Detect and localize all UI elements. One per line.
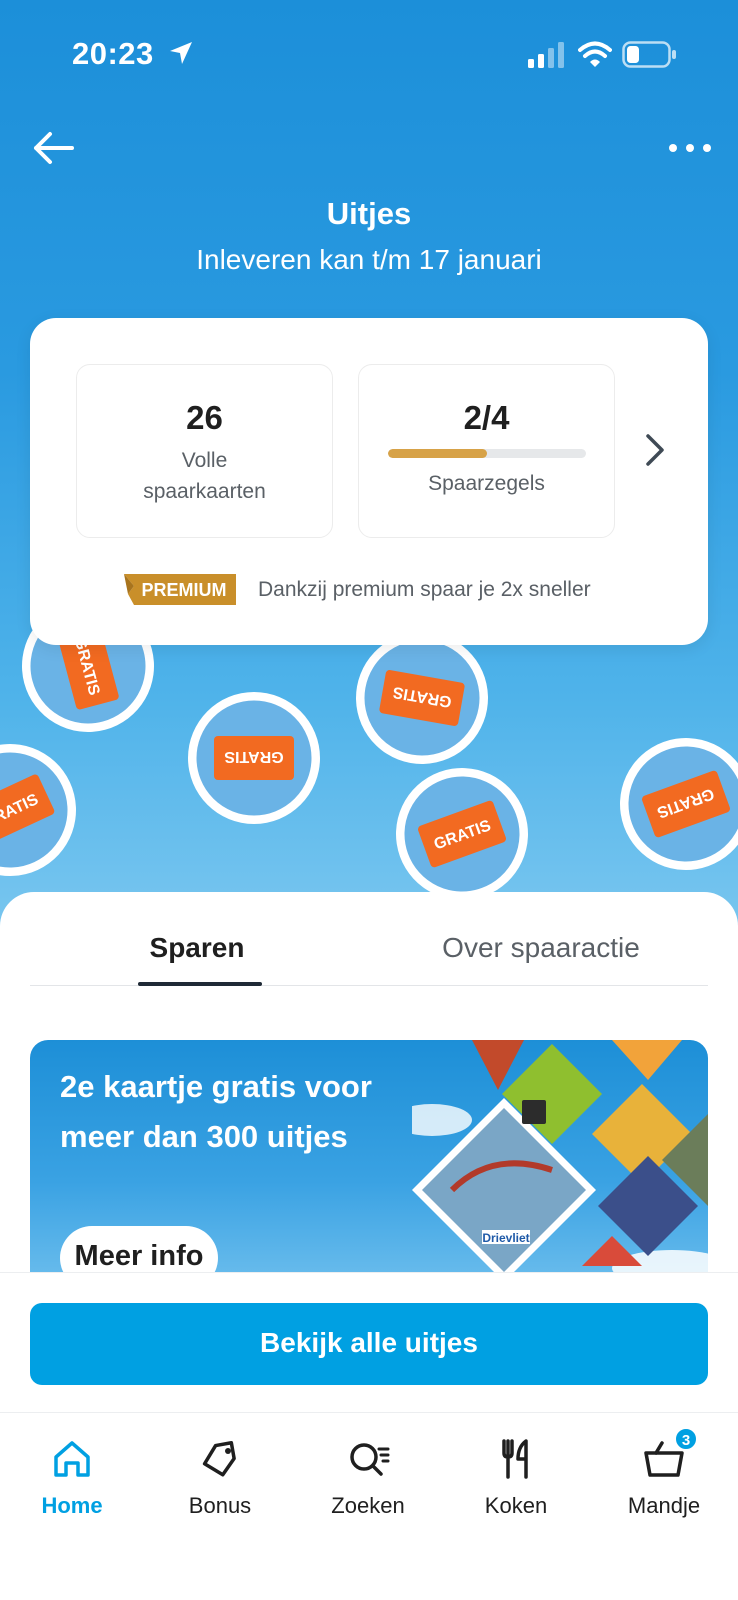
nav-mandje-label: Mandje (627, 1493, 701, 1518)
nav-home-label: Home (41, 1493, 103, 1518)
home-icon (54, 1441, 90, 1477)
bottom-navigation: Home Bonus Zoeken Koken 3 Mandje (0, 1412, 738, 1600)
nav-koken-label: Koken (484, 1493, 548, 1518)
more-options-icon[interactable] (668, 140, 712, 156)
stamps-progress-box[interactable]: 2/4 Spaarzegels (358, 364, 615, 538)
promo-collage-image: Drievliet (412, 1040, 708, 1276)
full-cards-box[interactable]: 26 Volle spaarkaarten (76, 364, 333, 538)
nav-mandje[interactable]: 3 Mandje (594, 1427, 734, 1535)
tab-bar: Sparen Over spaaractie (30, 922, 708, 986)
nav-bonus-label: Bonus (188, 1493, 252, 1518)
svg-text:PREMIUM: PREMIUM (142, 580, 227, 600)
stamps-progress-fill (387, 449, 487, 458)
savings-summary-card[interactable]: 26 Volle spaarkaarten 2/4 Spaarzegels PR… (30, 318, 708, 645)
cutlery-icon (502, 1439, 528, 1479)
page-subtitle: Inleveren kan t/m 17 januari (196, 244, 542, 275)
premium-text: Dankzij premium spaar je 2x sneller (258, 578, 591, 601)
bekijk-alle-uitjes-button[interactable]: Bekijk alle uitjes (30, 1303, 708, 1385)
tag-icon (202, 1441, 236, 1477)
wifi-icon (578, 41, 612, 67)
signal-icon (528, 42, 564, 68)
chevron-right-icon[interactable] (642, 430, 668, 470)
nav-home[interactable]: Home (2, 1435, 142, 1535)
full-cards-count: 26 (186, 399, 223, 436)
stamp-decoration: GRATIS (188, 692, 320, 824)
full-cards-label: Volle spaarkaarten (143, 449, 266, 503)
nav-bonus[interactable]: Bonus (150, 1435, 290, 1535)
promo-banner[interactable]: 2e kaartje gratis voor meer dan 300 uitj… (30, 1040, 708, 1276)
location-arrow-icon (170, 42, 192, 64)
stamps-progress-bar (387, 449, 586, 458)
drievliet-logo: Drievliet (482, 1231, 529, 1245)
stamps-label: Spaarzegels (428, 472, 545, 495)
hero-header: 20:23 Uitjes Inleveren kan t/m 17 januar… (0, 0, 738, 930)
promo-title: 2e kaartje gratis voor meer dan 300 uitj… (60, 1069, 372, 1154)
search-icon (350, 1443, 390, 1476)
stamps-progress-count: 2/4 (463, 399, 510, 436)
stamp-text: GRATIS (224, 748, 284, 765)
tab-active-indicator (138, 982, 262, 986)
back-arrow-icon[interactable] (30, 128, 76, 168)
tab-over-spaaractie[interactable]: Over spaaractie (374, 932, 708, 964)
nav-koken[interactable]: Koken (446, 1435, 586, 1535)
status-time: 20:23 (72, 36, 154, 71)
stamp-decoration: GRATIS (0, 722, 98, 898)
stamp-decoration: GRATIS (601, 719, 738, 889)
meer-info-button[interactable]: Meer info (60, 1226, 218, 1276)
battery-icon (622, 41, 676, 68)
nav-zoeken-label: Zoeken (331, 1493, 405, 1518)
premium-badge: PREMIUM (124, 574, 236, 605)
cta-area: Bekijk alle uitjes (0, 1272, 738, 1412)
tab-sparen[interactable]: Sparen (30, 932, 364, 964)
nav-zoeken[interactable]: Zoeken (298, 1435, 438, 1535)
page-title: Uitjes (326, 196, 412, 231)
status-bar: 20:23 (0, 0, 738, 100)
premium-row: PREMIUM Dankzij premium spaar je 2x snel… (30, 570, 708, 610)
cart-count-badge: 3 (674, 1427, 698, 1451)
